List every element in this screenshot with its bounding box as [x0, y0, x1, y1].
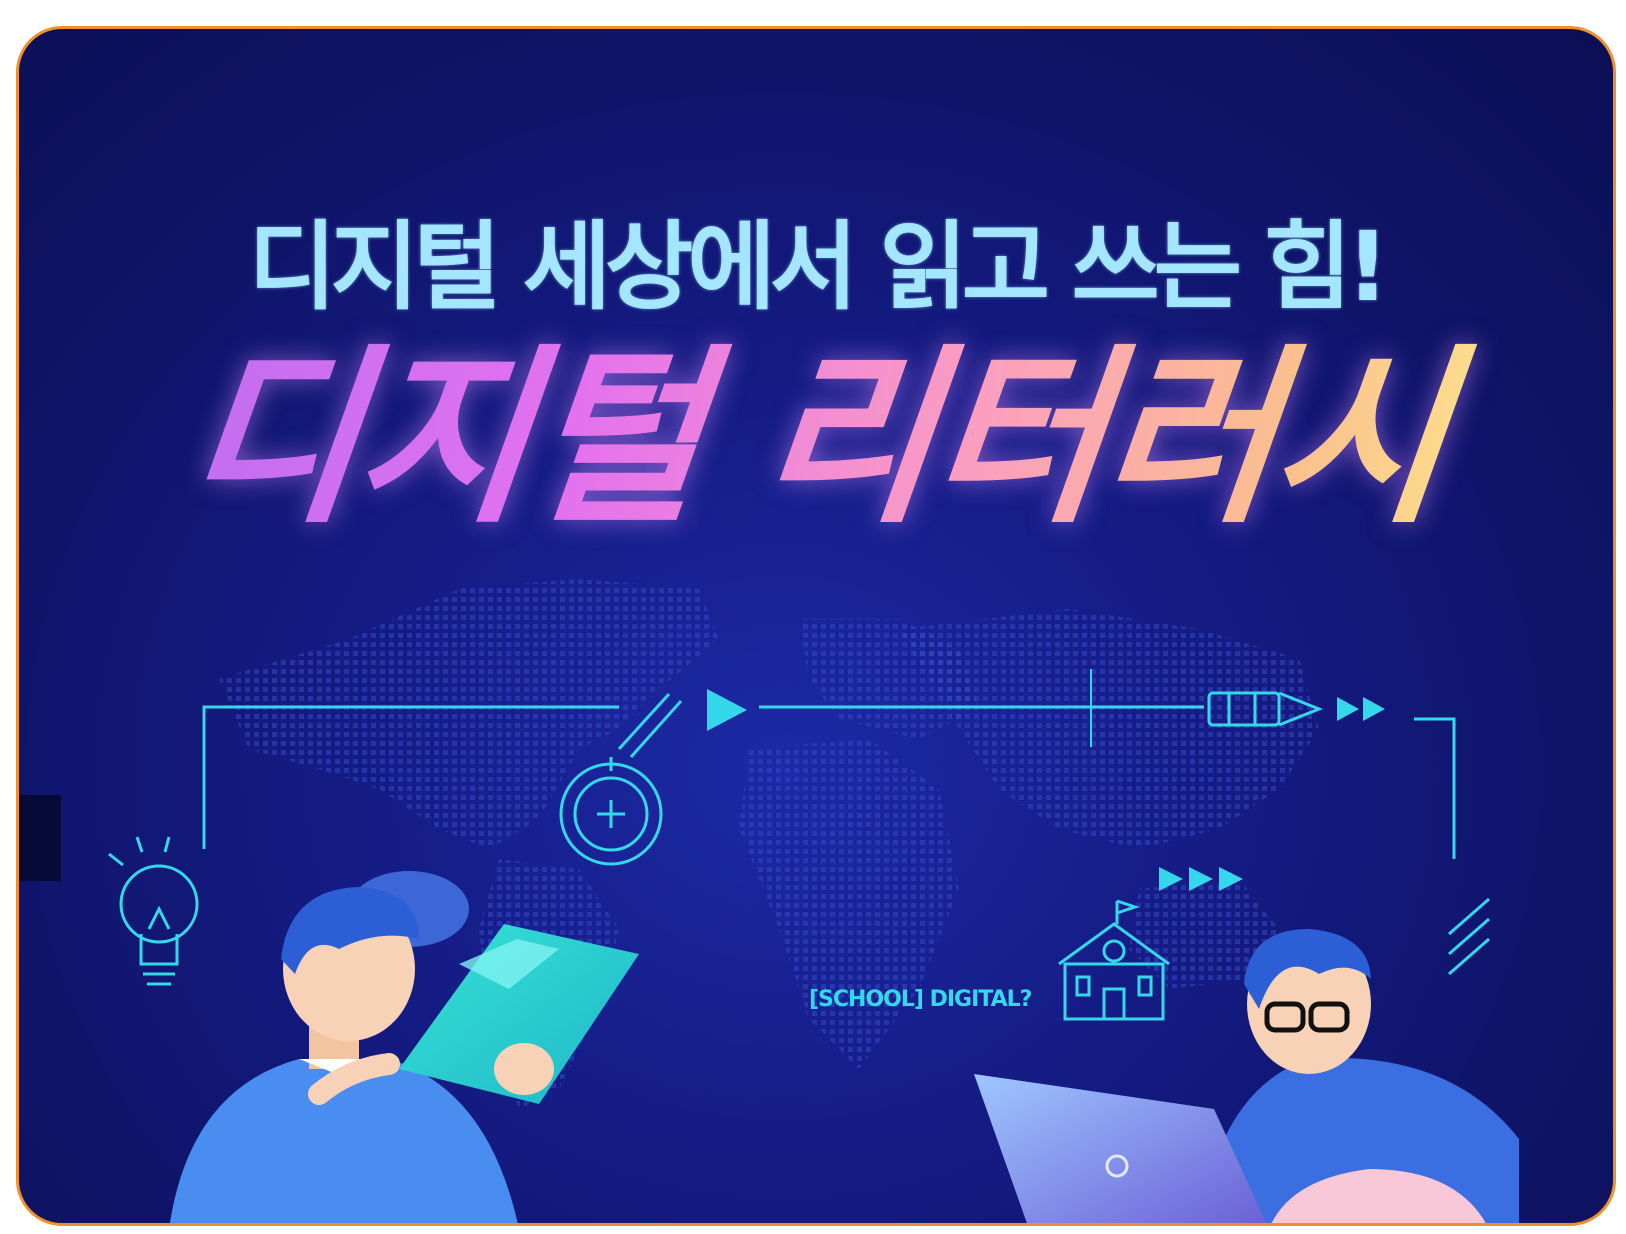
play-arrow-icon	[707, 689, 747, 731]
lightbulb-icon	[108, 836, 199, 986]
person-with-laptop	[974, 929, 1519, 1223]
banner-subtitle: 디지털 세상에서 읽고 쓰는 힘!	[248, 211, 1389, 323]
side-tab	[19, 795, 61, 881]
target-icon	[559, 757, 663, 866]
school-digital-label: [SCHOOL] DIGITAL?	[809, 987, 1032, 1012]
banner-card[interactable]: 디지털 세상에서 읽고 쓰는 힘! 디지털 리터러시 디지털 리터러시 [SCH…	[16, 26, 1616, 1226]
banner-title: 디지털 리터러시	[19, 328, 1613, 549]
